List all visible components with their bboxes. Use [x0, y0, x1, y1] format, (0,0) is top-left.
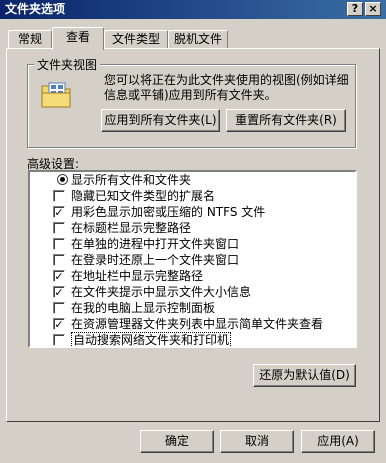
- radio-button[interactable]: [57, 174, 68, 185]
- folder-views-legend: 文件夹视图: [34, 56, 101, 73]
- tab-file-types[interactable]: 文件类型: [104, 30, 168, 49]
- checkbox[interactable]: ✓: [53, 318, 65, 330]
- tab-view[interactable]: 查看: [52, 27, 104, 50]
- ok-button[interactable]: 确定: [140, 430, 214, 453]
- checkbox[interactable]: ✓: [53, 206, 65, 218]
- list-item-label: 在标题栏显示完整路径: [71, 221, 192, 235]
- tab-offline-files[interactable]: 脱机文件: [168, 30, 228, 49]
- help-button[interactable]: ?: [347, 2, 363, 16]
- checkbox[interactable]: [53, 238, 65, 250]
- list-item-label: 显示所有文件和文件夹: [71, 173, 192, 187]
- reset-all-folders-button[interactable]: 重置所有文件夹(R): [226, 109, 346, 132]
- checkbox[interactable]: [53, 190, 65, 202]
- list-item-label: 在我的电脑上显示控制面板: [71, 301, 216, 315]
- apply-to-all-folders-button[interactable]: 应用到所有文件夹(L): [101, 109, 220, 132]
- list-item-label: 在单独的进程中打开文件夹窗口: [71, 237, 240, 251]
- checkbox[interactable]: ✓: [53, 270, 65, 282]
- checkbox[interactable]: [53, 334, 65, 346]
- list-item-label: 自动搜索网络文件夹和打印机: [71, 332, 232, 347]
- list-item-label: 在资源管理器文件夹列表中显示简单文件夹查看: [71, 317, 324, 331]
- folder-options-icon: [41, 82, 71, 108]
- list-item-label: 在登录时还原上一个文件夹窗口: [71, 253, 240, 267]
- cancel-button[interactable]: 取消: [220, 430, 294, 453]
- tab-general[interactable]: 常规: [8, 30, 52, 49]
- advanced-settings-list[interactable]: 显示所有文件和文件夹 隐藏已知文件类型的扩展名 ✓ 用彩色显示加密或压缩的 NT…: [28, 170, 357, 348]
- close-button[interactable]: ×: [365, 2, 381, 16]
- list-item-label: 在文件夹提示中显示文件大小信息: [71, 285, 252, 299]
- restore-defaults-button[interactable]: 还原为默认值(D): [253, 364, 356, 387]
- checkbox[interactable]: [53, 302, 65, 314]
- window-title: 文件夹选项: [5, 2, 66, 16]
- list-item-label: 在地址栏中显示完整路径: [71, 269, 204, 283]
- checkbox[interactable]: [53, 222, 65, 234]
- checkbox[interactable]: ✓: [53, 286, 65, 298]
- list-item-label: 用彩色显示加密或压缩的 NTFS 文件: [71, 205, 266, 219]
- checkbox[interactable]: [53, 254, 65, 266]
- folder-views-description: 您可以将正在为此文件夹使用的视图(例如详细信息或平铺)应用到所有文件夹。: [104, 73, 349, 102]
- apply-button[interactable]: 应用(A): [301, 430, 375, 453]
- list-item-label: 隐藏已知文件类型的扩展名: [71, 189, 216, 203]
